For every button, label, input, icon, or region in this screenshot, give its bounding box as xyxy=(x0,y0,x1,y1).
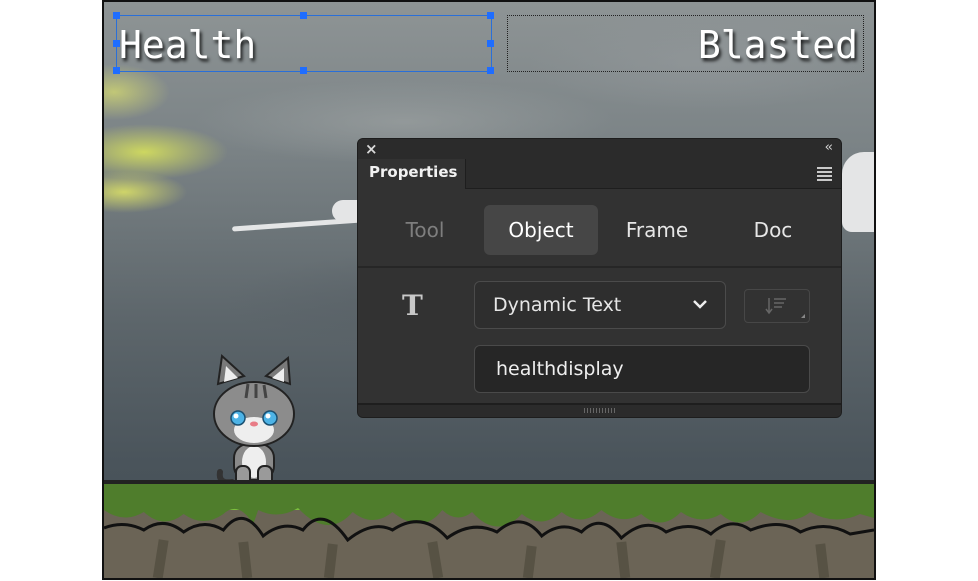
ground-platform xyxy=(104,480,874,578)
health-textfield[interactable]: Health xyxy=(119,26,256,64)
collapse-icon[interactable]: ‹‹ xyxy=(825,140,834,155)
resize-handle[interactable] xyxy=(300,67,307,74)
segment-object[interactable]: Object xyxy=(484,205,598,255)
text-type-dropdown[interactable]: Dynamic Text xyxy=(474,281,726,329)
segment-frame[interactable]: Frame xyxy=(600,205,714,255)
cloud xyxy=(842,152,874,232)
close-icon[interactable]: × xyxy=(365,140,378,158)
panel-titlebar[interactable]: × ‹‹ xyxy=(358,139,841,159)
text-orientation-icon xyxy=(765,298,805,318)
resize-handle[interactable] xyxy=(300,12,307,19)
resize-handle[interactable] xyxy=(113,12,120,19)
resize-handle[interactable] xyxy=(487,67,494,74)
segment-doc[interactable]: Doc xyxy=(716,205,830,255)
resize-handle[interactable] xyxy=(487,40,494,47)
resize-handle[interactable] xyxy=(487,12,494,19)
chevron-down-icon xyxy=(693,300,707,309)
cloud xyxy=(231,217,363,232)
text-tool-icon: T xyxy=(402,289,423,322)
segment-tool[interactable]: Tool xyxy=(368,205,482,255)
panel-tabbar: Properties xyxy=(358,159,841,189)
resize-handle[interactable] xyxy=(113,67,120,74)
hamburger-menu-icon[interactable] xyxy=(817,167,832,183)
blasted-textfield[interactable]: Blasted xyxy=(698,26,858,64)
kitten-character[interactable] xyxy=(204,354,304,494)
text-type-value: Dynamic Text xyxy=(493,294,622,316)
grip-icon[interactable] xyxy=(583,408,616,413)
tab-properties[interactable]: Properties xyxy=(358,159,466,189)
properties-panel: × ‹‹ Properties Tool Object Frame Doc T … xyxy=(357,138,842,418)
instance-name-input[interactable] xyxy=(474,345,810,393)
text-orientation-button[interactable] xyxy=(744,289,810,323)
panel-resize-bar[interactable] xyxy=(358,403,841,417)
section-divider xyxy=(358,266,841,268)
